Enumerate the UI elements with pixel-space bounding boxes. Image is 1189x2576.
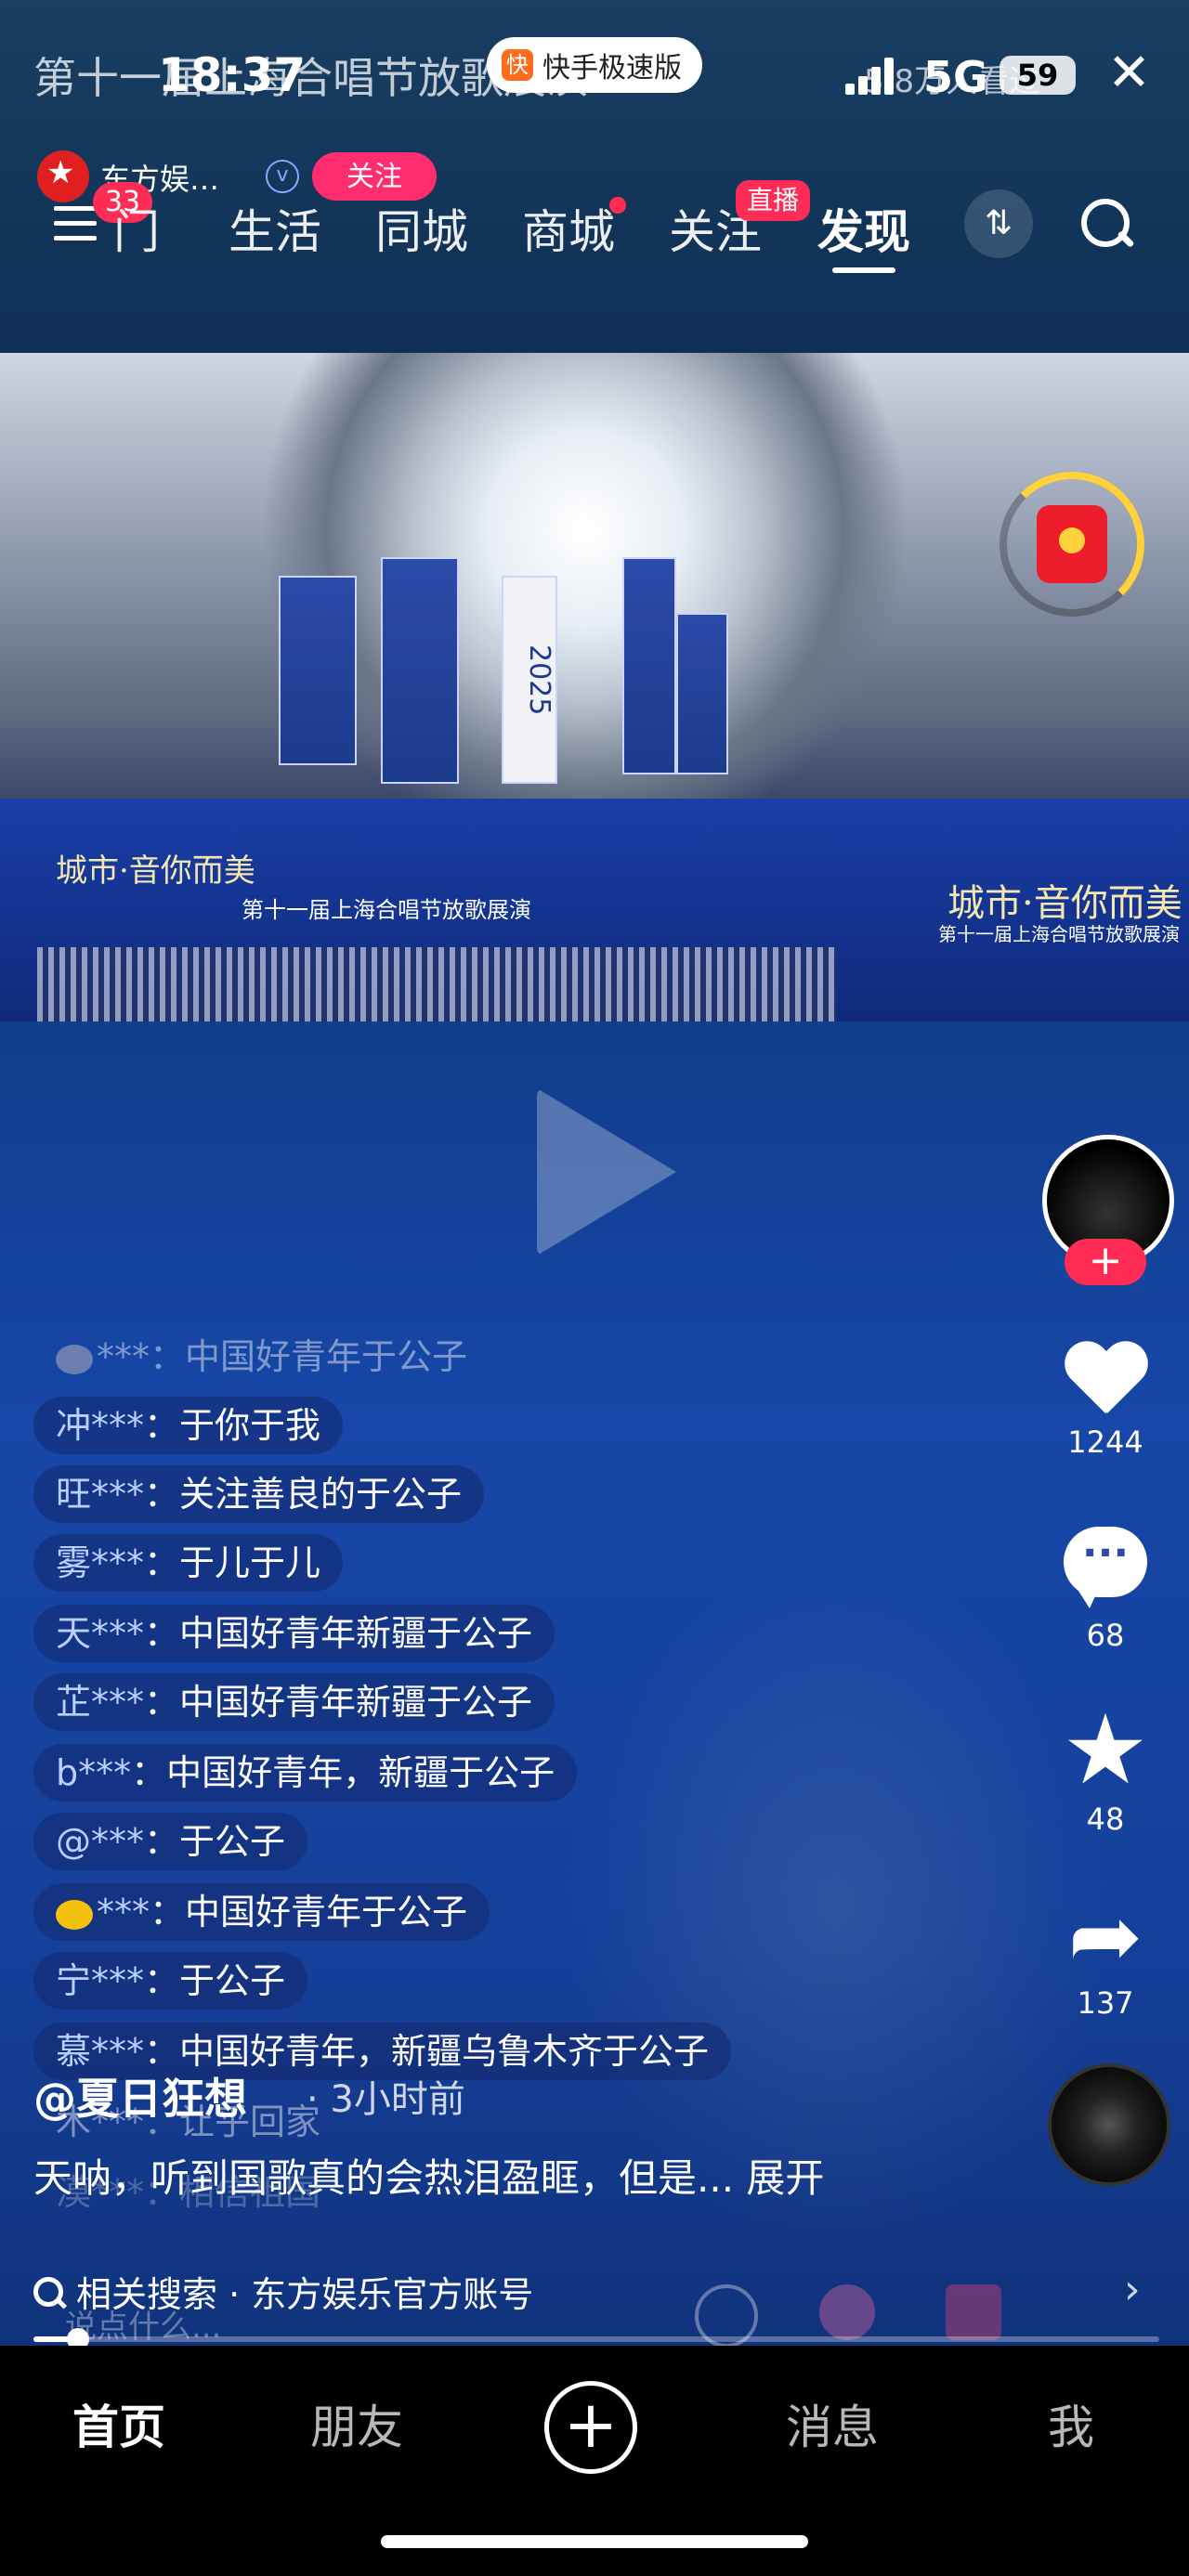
heart-gift-icon[interactable]	[819, 2284, 875, 2340]
play-icon[interactable]	[537, 1088, 676, 1255]
nav-messages[interactable]: 消息	[786, 2390, 879, 2457]
stage-text-mid: 第十一届上海合唱节放歌展演	[242, 897, 531, 923]
tab-local[interactable]: 同城	[375, 195, 468, 262]
hanging-banner	[381, 557, 459, 784]
nav-friends[interactable]: 朋友	[310, 2390, 403, 2457]
follow-host-button[interactable]: 关注	[312, 152, 437, 201]
create-button[interactable]: +	[544, 2381, 637, 2474]
stage-text-left: 城市·音你而美	[56, 852, 255, 890]
share-icon: ➦	[1067, 1884, 1143, 1988]
related-search[interactable]: 相关搜索 · 东方娱乐官方账号	[33, 2266, 533, 2317]
tab-partial[interactable]: 门	[113, 195, 160, 262]
comment-count: 68	[1086, 1618, 1125, 1653]
search-icon	[33, 2276, 63, 2307]
favorite-count: 48	[1086, 1802, 1125, 1837]
star-icon: ★	[1062, 1693, 1149, 1806]
mall-dot	[609, 197, 626, 214]
nav-me[interactable]: 我	[1048, 2390, 1094, 2457]
comment-item: 宁***：于公子	[33, 1952, 308, 2010]
verified-icon: v	[266, 160, 299, 193]
post-author[interactable]: @夏日狂想	[33, 2065, 247, 2127]
tab-life[interactable]: 生活	[229, 195, 321, 262]
search-icon[interactable]	[1078, 195, 1135, 251]
gift-icon[interactable]	[946, 2284, 1001, 2340]
active-tab-indicator	[832, 267, 895, 273]
app-switch-pill[interactable]: 快 快手极速版	[487, 37, 702, 93]
stage-logo-subtext: 第十一届上海合唱节放歌展演	[938, 923, 1180, 945]
menu-icon[interactable]	[54, 206, 97, 243]
network-type: 5G	[923, 52, 988, 102]
like-count: 1244	[1067, 1425, 1143, 1460]
lemon-emoji-icon	[56, 1899, 93, 1930]
comment-item: 旺***：关注善良的于公子	[33, 1465, 485, 1523]
hanging-banner	[622, 557, 676, 774]
red-packet-icon[interactable]	[1000, 472, 1144, 617]
hanging-banner	[279, 576, 357, 765]
status-time: 18:37	[158, 48, 307, 102]
home-indicator	[381, 2535, 808, 2548]
nav-home[interactable]: 首页	[72, 2390, 165, 2457]
comment-item: 芷***：中国好青年新疆于公子	[33, 1673, 555, 1731]
comment-item: b***：中国好青年，新疆于公子	[33, 1744, 578, 1802]
battery-icon: 59	[1000, 56, 1076, 95]
kuaishou-logo-icon: 快	[502, 49, 533, 81]
share-button[interactable]: ➦ 137	[1050, 1884, 1161, 2021]
video-progress-bar[interactable]	[33, 2328, 1159, 2350]
comment-icon: ···	[1064, 1527, 1147, 1608]
app-pill-label: 快手极速版	[542, 52, 682, 85]
related-search-label: 相关搜索 · 东方娱乐官方账号	[76, 2274, 534, 2315]
comment-item: @***：于公子	[33, 1813, 308, 1870]
post-time: · 3小时前	[307, 2078, 465, 2121]
hanging-banner	[676, 613, 728, 774]
comment-item: 冲***：于你于我	[33, 1397, 344, 1454]
comment-item: 雾***：于儿于儿	[33, 1534, 344, 1592]
choir-crowd	[37, 947, 836, 1021]
tab-discover[interactable]: 发现	[817, 195, 910, 262]
comment-item: 天***：中国好青年新疆于公子	[33, 1605, 555, 1662]
heart-icon	[1063, 1343, 1148, 1417]
close-icon[interactable]: ✕	[1107, 43, 1151, 103]
host-avatar[interactable]	[37, 150, 89, 202]
comment-item: ***：中国好青年于公子	[33, 1328, 490, 1386]
year-banner: 2025	[502, 576, 557, 784]
video-frame[interactable]: 2025 城市·音你而美 第十一届上海合唱节放歌展演 城市·音你而美 第十一届上…	[0, 353, 1189, 1021]
comment-item: ***：中国好青年于公子	[33, 1883, 490, 1941]
share-count: 137	[1077, 1985, 1134, 2021]
emoji-icon	[56, 1344, 93, 1374]
like-button[interactable]: 1244	[1050, 1343, 1161, 1460]
chevron-right-icon[interactable]: ›	[1124, 2266, 1141, 2313]
follow-creator-button[interactable]: +	[1065, 1239, 1146, 1285]
comment-button[interactable]: ··· 68	[1050, 1527, 1161, 1653]
signal-icon	[845, 54, 901, 95]
tab-mall[interactable]: 商城	[522, 195, 615, 262]
favorite-button[interactable]: ★ 48	[1050, 1693, 1161, 1837]
post-caption[interactable]: 天呐，听到国歌真的会热泪盈眶，但是... 展开	[33, 2147, 824, 2204]
switch-icon[interactable]: ⇅	[964, 189, 1033, 258]
music-disc-icon[interactable]	[1048, 2063, 1170, 2186]
live-badge: 直播	[736, 180, 810, 221]
